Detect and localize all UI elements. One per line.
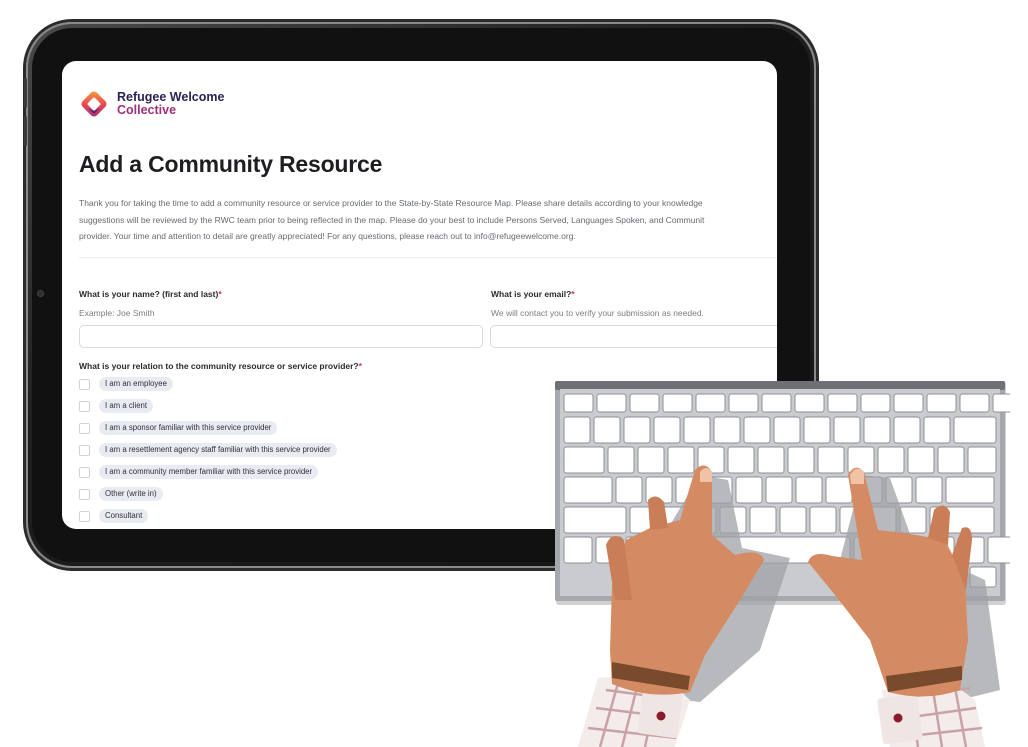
option-label[interactable]: Other (write in) bbox=[99, 487, 163, 501]
keyboard-key bbox=[959, 393, 990, 413]
required-asterisk: * bbox=[358, 361, 362, 371]
relation-question-text: What is your relation to the community r… bbox=[79, 361, 359, 371]
option-checkbox[interactable] bbox=[79, 400, 90, 412]
keyboard-key bbox=[629, 393, 660, 413]
email-question-hint: We will contact you to verify your submi… bbox=[491, 308, 704, 318]
keyboard-key bbox=[860, 393, 891, 413]
option-label[interactable]: I am a community member familiar with th… bbox=[99, 465, 319, 479]
keyboard-key bbox=[563, 393, 594, 413]
required-asterisk: * bbox=[218, 289, 222, 299]
keyboard-key bbox=[695, 393, 726, 413]
name-question-text: What is your name? (first and last) bbox=[79, 289, 219, 299]
relation-option[interactable]: Other (write in) bbox=[79, 487, 163, 501]
option-checkbox[interactable] bbox=[79, 444, 90, 456]
intro-paragraph: Thank you for taking the time to add a c… bbox=[79, 195, 777, 245]
front-camera bbox=[37, 290, 44, 297]
relation-option[interactable]: I am a sponsor familiar with this servic… bbox=[79, 421, 278, 435]
email-input[interactable] bbox=[490, 325, 777, 348]
option-checkbox[interactable] bbox=[79, 510, 90, 522]
keyboard-key bbox=[926, 393, 957, 413]
keyboard-key bbox=[893, 393, 924, 413]
option-label[interactable]: I am a resettlement agency staff familia… bbox=[99, 443, 337, 457]
option-label[interactable]: Consultant bbox=[99, 509, 149, 523]
keyboard-key bbox=[827, 393, 858, 413]
option-checkbox[interactable] bbox=[79, 378, 90, 390]
required-asterisk: * bbox=[571, 289, 575, 299]
tablet-side-button bbox=[24, 116, 27, 146]
keyboard-key bbox=[596, 393, 627, 413]
intro-line: provider. Your time and attention to det… bbox=[79, 231, 576, 242]
keyboard-key bbox=[662, 393, 693, 413]
typing-hands-illustration bbox=[578, 465, 1000, 747]
relation-option[interactable]: I am a client bbox=[79, 399, 154, 413]
page-title: Add a Community Resource bbox=[79, 151, 383, 177]
brand-name: Refugee Welcome Collective bbox=[117, 91, 224, 117]
relation-option[interactable]: I am a resettlement agency staff familia… bbox=[79, 443, 337, 457]
cuff-button-icon bbox=[893, 713, 903, 723]
intro-line: suggestions will be reviewed by the RWC … bbox=[79, 214, 705, 225]
brand-header[interactable]: Refugee Welcome Collective bbox=[79, 89, 224, 119]
keyboard-key bbox=[992, 393, 1010, 413]
option-checkbox[interactable] bbox=[79, 422, 90, 434]
relation-option[interactable]: Consultant bbox=[79, 509, 149, 523]
email-question-label: What is your email?* bbox=[491, 289, 575, 299]
keyboard-key bbox=[761, 393, 792, 413]
name-question-hint: Example: Joe Smith bbox=[79, 308, 155, 318]
keyboard-key bbox=[794, 393, 825, 413]
relation-question-label: What is your relation to the community r… bbox=[79, 361, 362, 371]
brand-name-line2: Collective bbox=[117, 103, 177, 117]
name-input[interactable] bbox=[79, 325, 483, 348]
intro-line: Thank you for taking the time to add a c… bbox=[79, 198, 703, 208]
name-question-label: What is your name? (first and last)* bbox=[79, 289, 222, 299]
refugee-welcome-logo-icon bbox=[81, 91, 107, 117]
email-question-text: What is your email? bbox=[491, 289, 572, 299]
option-label[interactable]: I am an employee bbox=[99, 377, 173, 391]
relation-option[interactable]: I am a community member familiar with th… bbox=[79, 465, 319, 479]
relation-option[interactable]: I am an employee bbox=[79, 377, 173, 391]
tablet-side-button bbox=[24, 78, 27, 108]
option-checkbox[interactable] bbox=[79, 466, 90, 478]
option-label[interactable]: I am a client bbox=[99, 399, 154, 413]
option-checkbox[interactable] bbox=[79, 488, 90, 500]
section-divider bbox=[79, 257, 777, 258]
cuff-button-icon bbox=[656, 711, 666, 721]
option-label[interactable]: I am a sponsor familiar with this servic… bbox=[99, 421, 278, 435]
keyboard-key bbox=[728, 393, 759, 413]
